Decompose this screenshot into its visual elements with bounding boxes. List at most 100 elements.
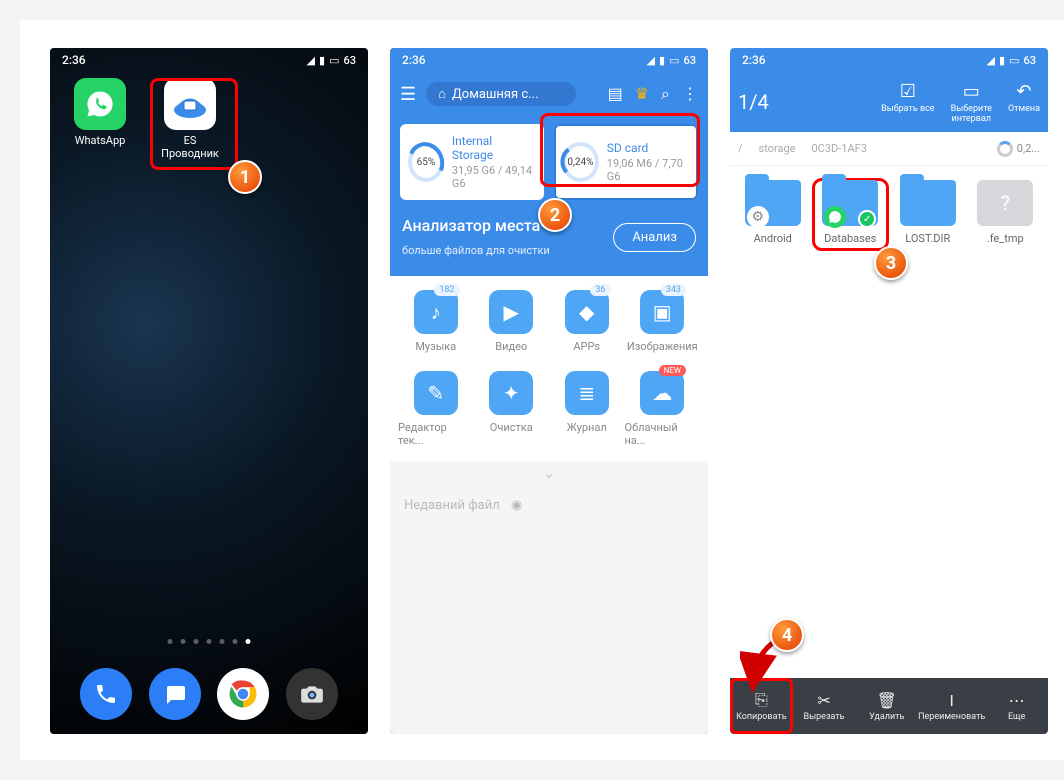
cut-button[interactable]: ✂Вырезать xyxy=(793,678,856,734)
trash-icon: 🗑 xyxy=(877,691,897,710)
location-chip[interactable]: ⌂ Домашняя с... xyxy=(426,82,576,106)
battery-icon: ▭ xyxy=(329,54,339,67)
crown-icon[interactable]: ♛ xyxy=(635,84,649,104)
step-badge-2: 2 xyxy=(538,198,572,232)
search-icon[interactable]: ⌕ xyxy=(661,84,670,104)
wifi-icon: ◢ xyxy=(987,54,995,67)
copy-button[interactable]: ⎘Копировать xyxy=(730,678,793,734)
whatsapp-icon xyxy=(824,206,846,228)
folder-android[interactable]: ⚙ Android xyxy=(736,180,810,249)
es-explorer-body: ☰ ⌂ Домашняя с... ▤ ♛ ⌕ ⋮ 65% Internal S… xyxy=(390,72,708,734)
eye-icon[interactable]: ◉ xyxy=(511,498,522,513)
cat-apps[interactable]: 36◆APPs xyxy=(549,290,625,353)
app-whatsapp[interactable]: WhatsApp xyxy=(68,78,132,160)
android-homescreen: 2:36 ◢ ▮ ▭ 63 WhatsApp xyxy=(50,48,368,734)
tutorial-composite: 2:36 ◢ ▮ ▭ 63 WhatsApp xyxy=(20,20,1064,760)
cat-journal[interactable]: ≣Журнал xyxy=(549,371,625,447)
window-icon[interactable]: ▤ xyxy=(608,84,623,104)
selection-actions: ☑Выбрать все ▭Выберите интервал ↶Отмена xyxy=(881,81,1040,124)
selection-count: 1/4 xyxy=(738,90,769,114)
selection-topbar: 1/4 ☑Выбрать все ▭Выберите интервал ↶Отм… xyxy=(730,72,1048,132)
cat-music[interactable]: 182♪Музыка xyxy=(398,290,474,353)
app-label: WhatsApp xyxy=(75,134,126,147)
folder-icon: ✓ xyxy=(822,180,878,226)
dock xyxy=(50,668,368,720)
internal-storage-card[interactable]: 65% Internal Storage 31,95 G6 / 49,14 G6 xyxy=(400,124,544,200)
folder-icon xyxy=(900,180,956,226)
clean-icon: ✦ xyxy=(489,371,533,415)
status-icons: ◢ ▮ ▭ 63 xyxy=(987,54,1036,67)
cut-icon: ✂ xyxy=(817,691,830,710)
step2-highlight xyxy=(540,113,700,187)
cat-images[interactable]: 343▣Изображения xyxy=(625,290,701,353)
cat-video[interactable]: ▶Видео xyxy=(474,290,550,353)
more-button[interactable]: ⋯Еще xyxy=(985,678,1048,734)
cat-cloud[interactable]: NEW☁Облачный на... xyxy=(625,371,701,447)
phone-1-homescreen: 2:36 ◢ ▮ ▭ 63 WhatsApp xyxy=(50,48,368,734)
status-bar: 2:36 ◢ ▮ ▭ 63 xyxy=(390,48,708,72)
edit-icon: ✎ xyxy=(414,371,458,415)
copy-icon: ⎘ xyxy=(755,690,768,710)
music-icon: ♪ xyxy=(414,290,458,334)
step-badge-4: 4 xyxy=(770,618,804,652)
status-icons: ◢ ▮ ▭ 63 xyxy=(307,54,356,67)
wifi-icon: ◢ xyxy=(647,54,655,67)
dock-messages[interactable] xyxy=(149,668,201,720)
es-topbar: ☰ ⌂ Домашняя с... ▤ ♛ ⌕ ⋮ xyxy=(390,72,708,116)
category-grid: 182♪Музыка ▶Видео 36◆APPs 343▣Изображени… xyxy=(390,276,708,461)
rename-icon: I xyxy=(950,691,954,710)
battery-icon: ▭ xyxy=(669,54,679,67)
phone-2-es-home: 2:36 ◢ ▮ ▭ 63 ☰ ⌂ Домашняя с... ▤ ♛ ⌕ ⋮ xyxy=(390,48,708,734)
delete-button[interactable]: 🗑Удалить xyxy=(855,678,918,734)
cat-texteditor[interactable]: ✎Редактор тек... xyxy=(398,371,474,447)
battery-icon: ▭ xyxy=(1009,54,1019,67)
undo-icon: ↶ xyxy=(1016,81,1031,102)
dock-chrome[interactable] xyxy=(217,668,269,720)
home-icon: ⌂ xyxy=(438,86,446,102)
folder-fetmp[interactable]: ? .fe_tmp xyxy=(969,180,1043,249)
cancel-button[interactable]: ↶Отмена xyxy=(1008,81,1040,124)
status-bar: 2:36 ◢ ▮ ▭ 63 xyxy=(50,48,368,72)
folder-lostdir[interactable]: LOST.DIR xyxy=(891,180,965,249)
topbar-actions: ▤ ♛ ⌕ ⋮ xyxy=(608,84,698,104)
breadcrumb-segment[interactable]: / xyxy=(738,142,743,155)
dock-phone[interactable] xyxy=(80,668,132,720)
more-icon[interactable]: ⋮ xyxy=(682,84,698,104)
analyzer-title: Анализатор места xyxy=(402,216,550,235)
journal-icon: ≣ xyxy=(565,371,609,415)
cloud-icon: ☁ xyxy=(640,371,684,415)
free-space: 0,2... xyxy=(997,141,1040,157)
apps-icon: ◆ xyxy=(565,290,609,334)
storage-detail: 31,95 G6 / 49,14 G6 xyxy=(452,164,536,190)
select-range-button[interactable]: ▭Выберите интервал xyxy=(951,81,992,124)
signal-icon: ▮ xyxy=(999,54,1005,67)
chevron-down-icon[interactable]: ⌄ xyxy=(390,461,708,484)
analyzer-subtitle: больше файлов для очистки xyxy=(402,244,550,257)
menu-icon[interactable]: ☰ xyxy=(400,84,416,105)
internal-usage-ring: 65% xyxy=(408,142,444,182)
cat-cleanup[interactable]: ✦Очистка xyxy=(474,371,550,447)
video-icon: ▶ xyxy=(489,290,533,334)
step-badge-1: 1 xyxy=(228,160,262,194)
page-indicator xyxy=(168,639,251,644)
breadcrumb-segment[interactable]: storage xyxy=(759,142,796,155)
analyze-button[interactable]: Анализ xyxy=(613,223,696,252)
breadcrumb[interactable]: / storage 0C3D-1AF3 0,2... xyxy=(730,132,1048,166)
unknown-file-icon: ? xyxy=(977,180,1033,226)
dock-camera[interactable] xyxy=(286,668,338,720)
select-all-button[interactable]: ☑Выбрать все xyxy=(881,81,934,124)
images-icon: ▣ xyxy=(640,290,684,334)
folder-databases[interactable]: ✓ Databases xyxy=(814,180,888,249)
whatsapp-icon xyxy=(74,78,126,130)
wifi-icon: ◢ xyxy=(307,54,315,67)
rename-button[interactable]: IПереименовать xyxy=(918,678,985,734)
breadcrumb-segment[interactable]: 0C3D-1AF3 xyxy=(812,142,867,155)
signal-icon: ▮ xyxy=(659,54,665,67)
gear-icon: ⚙ xyxy=(747,206,769,228)
action-bottom-bar: ⎘Копировать ✂Вырезать 🗑Удалить IПереимен… xyxy=(730,678,1048,734)
phone-3-selection: 2:36 ◢ ▮ ▭ 63 1/4 ☑Выбрать все ▭Выберите… xyxy=(730,48,1048,734)
checkbox-icon: ☑ xyxy=(900,81,916,102)
location-text: Домашняя с... xyxy=(452,87,539,102)
status-time: 2:36 xyxy=(402,53,426,67)
storage-name: Internal Storage xyxy=(452,134,536,162)
